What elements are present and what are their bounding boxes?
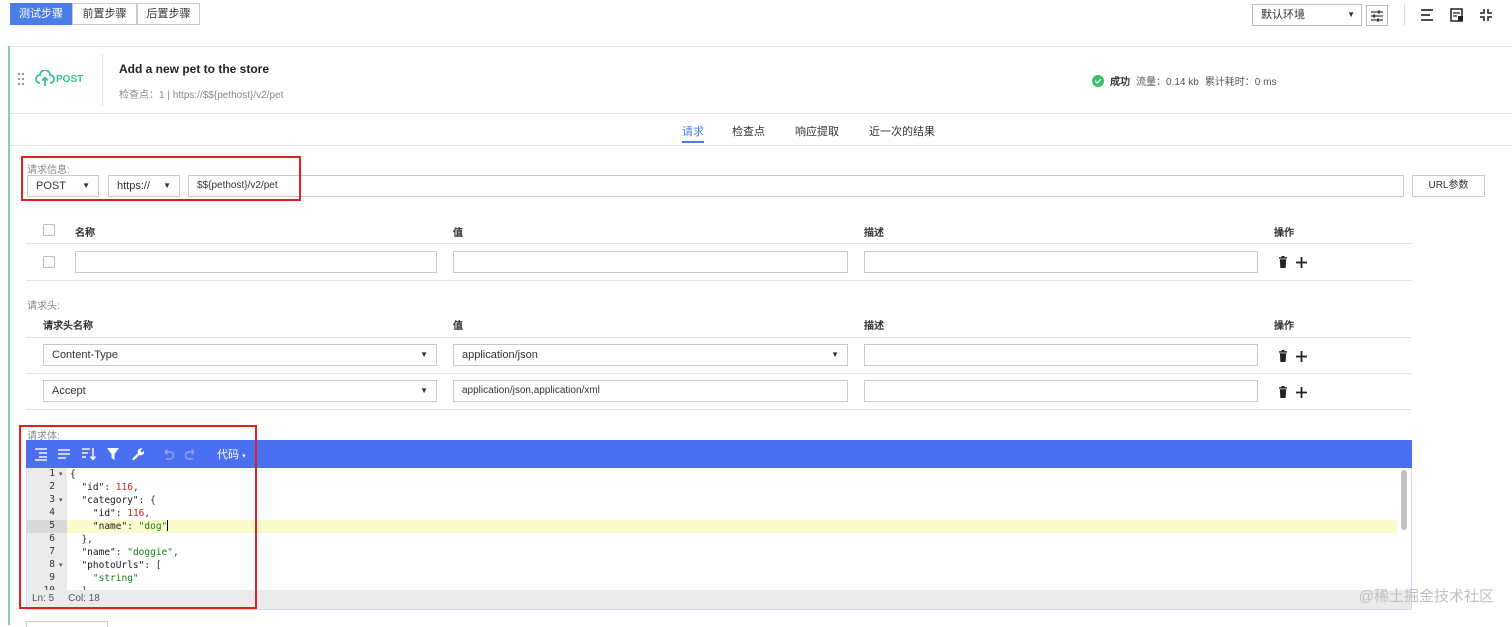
tab-post-steps[interactable]: 后置步骤 [137,3,200,25]
divider [26,243,1412,244]
step-accent-bar [8,46,10,625]
step-meta: 检查点：1 | https://$${pethost}/v2/pet [119,90,284,101]
collapse-button[interactable] [1477,6,1497,26]
drag-handle-icon[interactable] [17,71,25,90]
divider [26,337,1412,338]
chevron-down-icon: ▼ [420,386,428,395]
param-description-input[interactable] [864,251,1258,273]
trash-icon[interactable] [1278,350,1288,362]
request-headers-label: 请求头: [27,301,60,312]
column-header-value: 值 [453,228,463,239]
divider [10,145,1512,146]
tab-request[interactable]: 请求 [682,123,704,139]
environment-select-value: 默认环境 [1261,9,1305,21]
column-header-name: 名称 [75,228,95,239]
method-badge: POST [35,70,83,88]
header-name-select[interactable]: Content-Type ▼ [43,344,437,366]
param-value-input[interactable] [453,251,848,273]
highlight-box [19,425,257,609]
step-title: Add a new pet to the store [119,62,270,76]
tab-response-extract[interactable]: 响应提取 [795,123,839,139]
plus-icon[interactable] [1296,386,1307,398]
environment-settings-button[interactable] [1366,5,1388,26]
select-all-checkbox[interactable] [43,224,55,236]
header-description-input[interactable] [864,380,1258,402]
highlight-box [21,156,301,201]
param-name-input[interactable] [75,251,437,273]
divider [10,113,1512,114]
active-line-highlight [67,520,1397,533]
cloud-upload-icon [35,70,55,86]
header-name-select[interactable]: Accept ▼ [43,380,437,402]
divider [1404,4,1405,26]
tab-pre-steps[interactable]: 前置步骤 [72,3,137,25]
header-value-value: application/json [462,349,538,361]
check-circle-icon [1092,74,1104,87]
url-input[interactable]: $${pethost}/v2/pet [188,175,1404,197]
row-checkbox[interactable] [43,256,55,268]
column-header-description: 描述 [864,321,884,332]
trash-icon[interactable] [1278,256,1288,268]
row-actions [1278,386,1307,398]
column-header-actions: 操作 [1274,228,1294,239]
plus-icon[interactable] [1296,256,1307,268]
active-tab-indicator [682,141,704,143]
row-actions [1278,350,1307,362]
divider [102,54,103,106]
header-description-input[interactable] [864,344,1258,366]
list-view-button[interactable] [1418,6,1438,26]
chevron-down-icon: ▼ [831,350,839,359]
divider [26,409,1412,410]
plus-icon[interactable] [1296,350,1307,362]
editor-scrollbar[interactable] [1401,470,1407,530]
watermark: @稀土掘金技术社区 [1358,588,1494,605]
row-actions [1278,256,1307,268]
method-badge-label: POST [56,73,84,85]
tab-checkpoints[interactable]: 检查点 [732,123,765,139]
divider [10,46,1512,47]
chevron-down-icon: ▼ [1347,10,1355,19]
chevron-down-icon: ▼ [420,350,428,359]
header-name-value: Content-Type [52,349,119,361]
trash-icon[interactable] [1278,386,1288,398]
column-header-value: 值 [453,321,463,332]
export-button[interactable] [1448,6,1468,26]
traffic-value: 流量：0.14 kb [1136,77,1199,88]
elapsed-time: 累计耗时：0 ms [1204,77,1277,88]
tab-test-steps[interactable]: 测试步骤 [10,3,72,25]
tab-latest-result[interactable]: 近一次的结果 [869,123,935,139]
sliders-icon [1371,10,1383,22]
status-label: 成功 [1110,77,1130,88]
step-status: 成功 流量：0.14 kb 累计耗时：0 ms [1092,73,1276,88]
compress-icon [1480,9,1492,21]
header-name-value: Accept [52,385,86,397]
column-header-description: 描述 [864,228,884,239]
divider [26,280,1412,281]
environment-select[interactable]: 默认环境 ▼ [1252,4,1362,26]
bottom-button-partial[interactable] [26,621,108,627]
header-value-input[interactable]: application/json,application/xml [453,380,848,402]
column-header-actions: 操作 [1274,321,1294,332]
header-value-select[interactable]: application/json ▼ [453,344,848,366]
align-list-icon [1421,9,1433,21]
column-header-header-name: 请求头名称 [43,321,93,332]
url-params-button[interactable]: URL参数 [1412,175,1485,197]
top-bar: 测试步骤 前置步骤 后置步骤 默认环境 ▼ [0,0,1512,30]
document-icon [1450,8,1463,22]
divider [26,373,1412,374]
